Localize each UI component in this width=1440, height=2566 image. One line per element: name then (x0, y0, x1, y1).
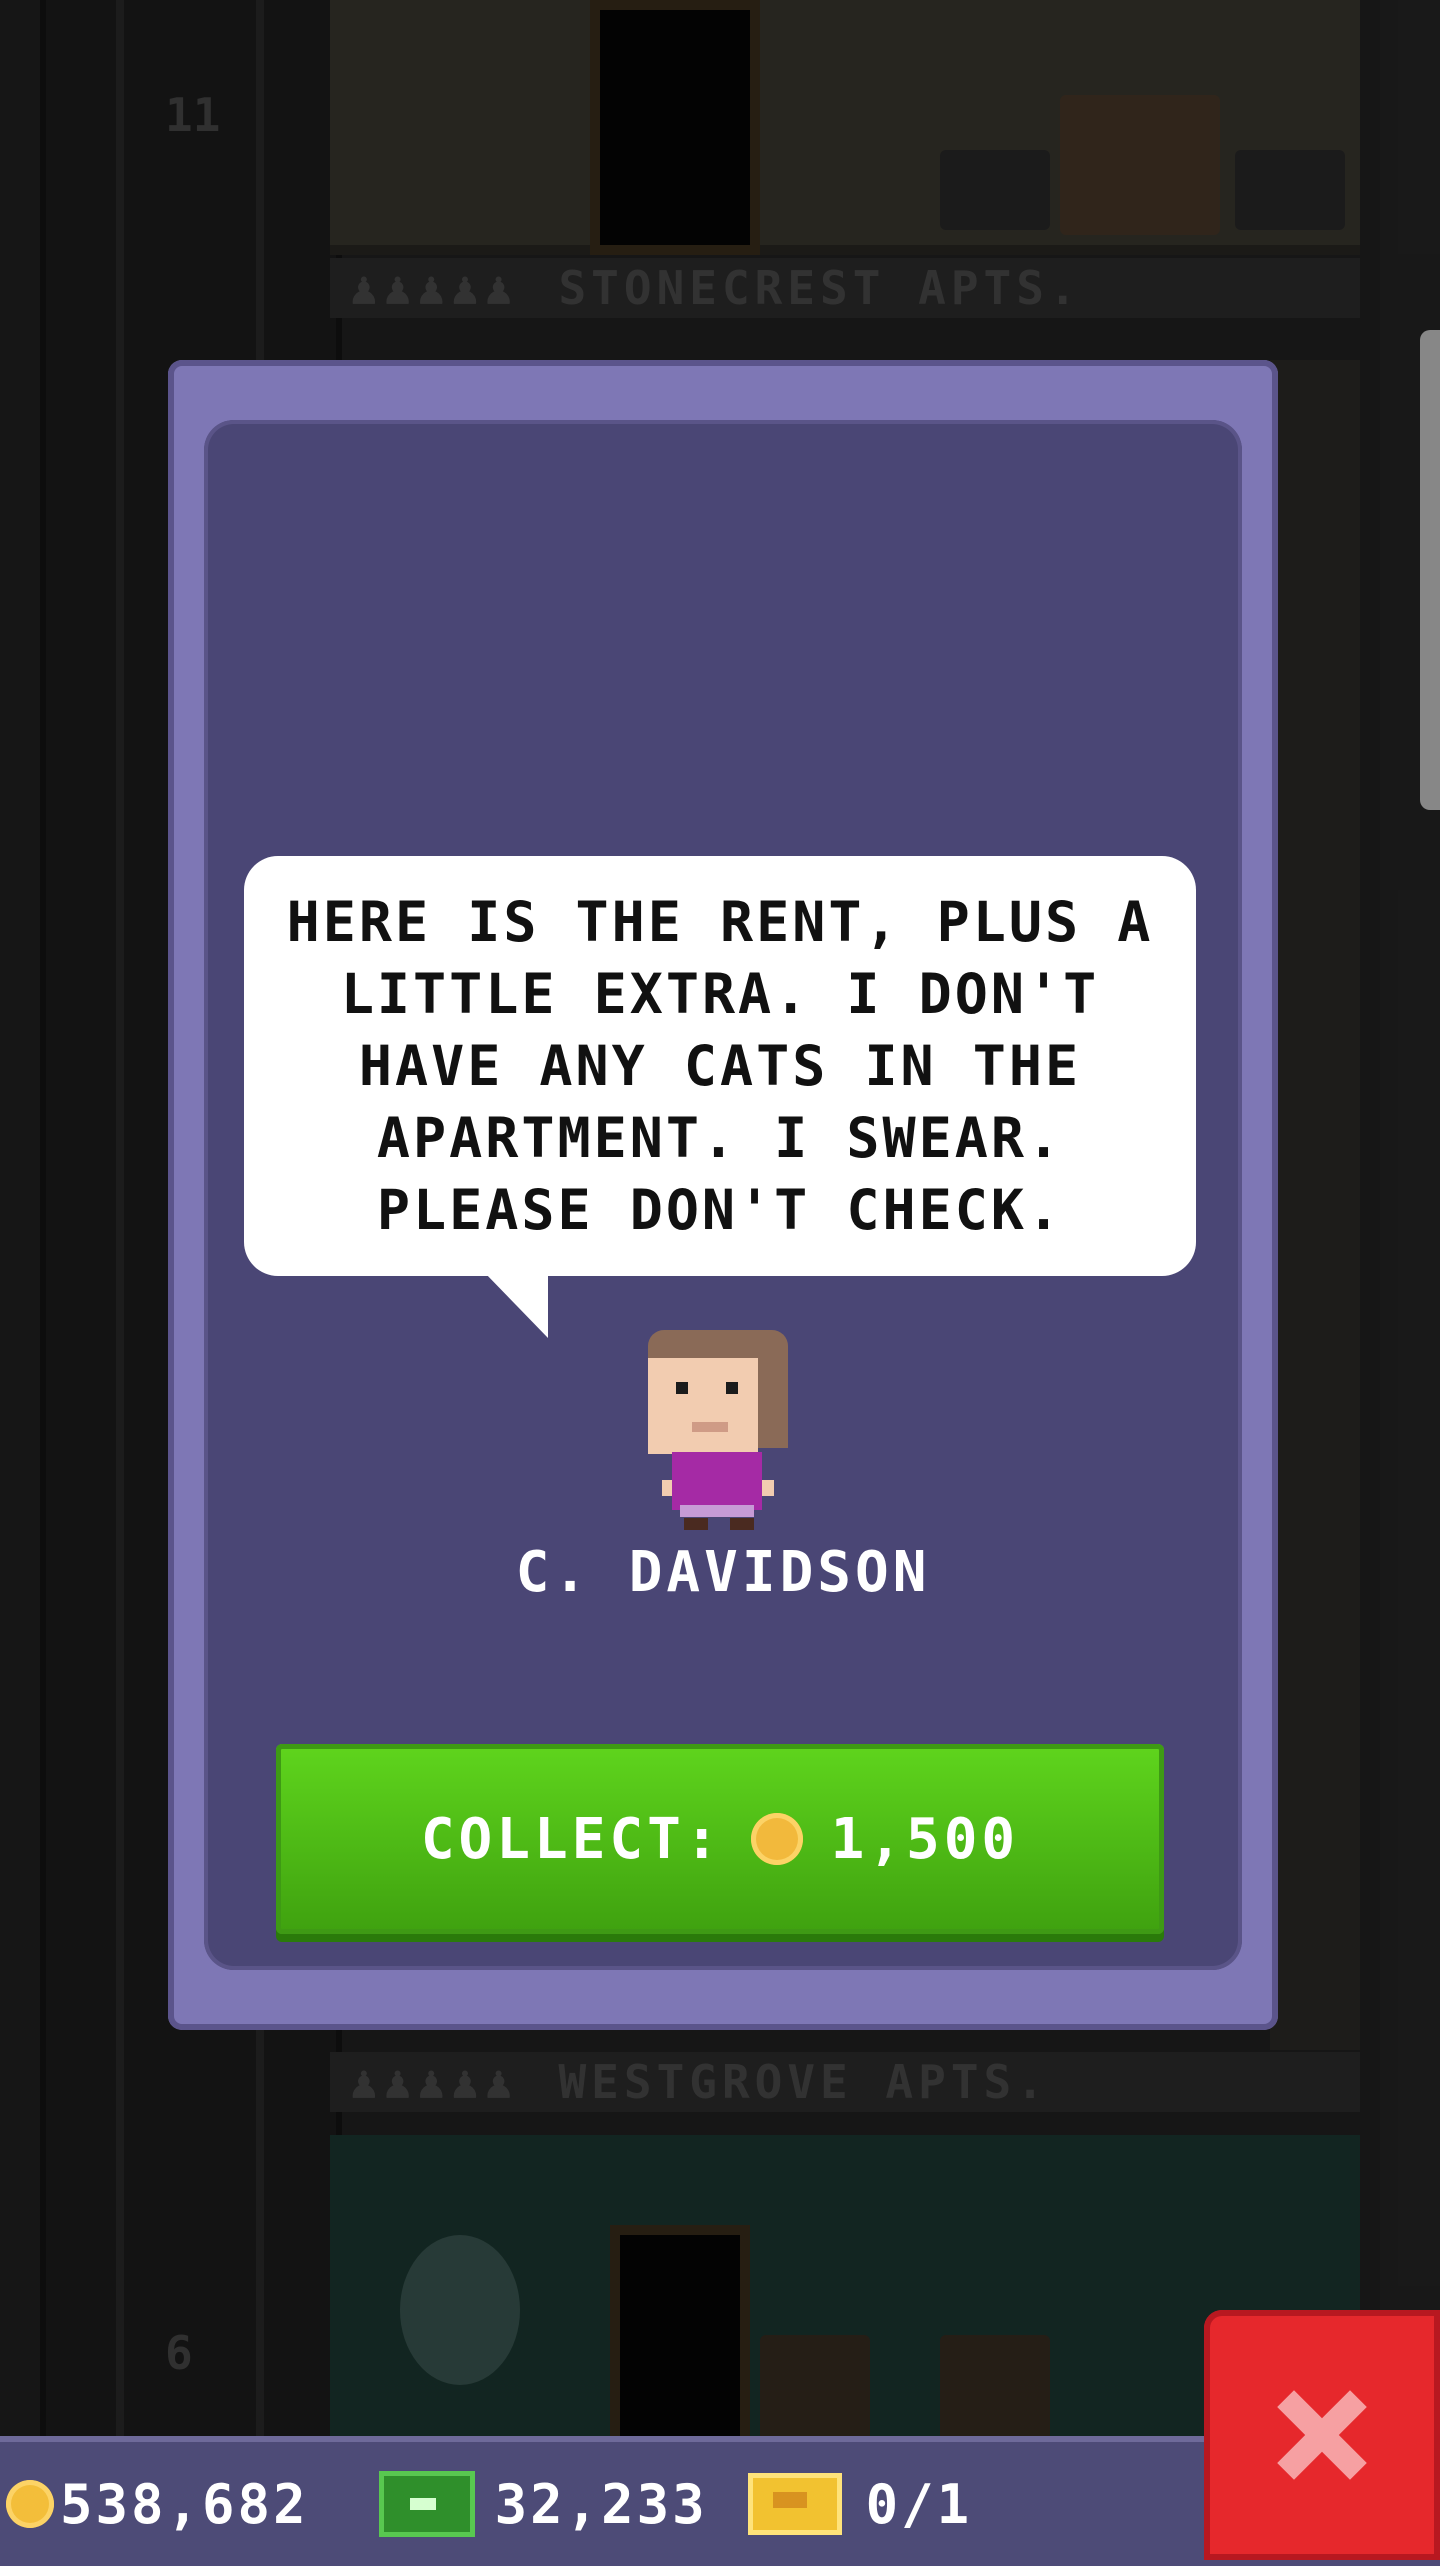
collect-button[interactable]: COLLECT: 1,500 (276, 1744, 1164, 1934)
tenant-name: C. DAVIDSON (515, 1540, 931, 1605)
tenant-mouth (692, 1422, 728, 1432)
bux-icon (378, 2471, 475, 2537)
tenant-arm (760, 1480, 774, 1496)
tickets-value: 0/1 (865, 2472, 973, 2536)
coins-value: 538,682 (60, 2472, 309, 2536)
bux-value: 32,233 (494, 2472, 708, 2536)
tickets-stat[interactable]: 0/1 (747, 2472, 973, 2536)
tenant-avatar (640, 1330, 800, 1530)
speech-text: HERE IS THE RENT, PLUS A LITTLE EXTRA. I… (286, 890, 1154, 1242)
close-button[interactable] (1204, 2310, 1440, 2560)
coin-icon (750, 1813, 803, 1865)
bux-stat[interactable]: 32,233 (349, 2471, 708, 2537)
tenant-eye (676, 1382, 688, 1394)
golden-ticket-icon (747, 2473, 842, 2535)
coins-stat[interactable]: 538,682 (0, 2473, 309, 2536)
close-icon (1277, 2390, 1367, 2480)
collect-label: COLLECT: (420, 1806, 723, 1872)
tenant-face (648, 1358, 758, 1454)
tenant-skirt (680, 1505, 754, 1517)
tenant-leg (684, 1518, 708, 1530)
tenant-body (672, 1452, 762, 1510)
speech-bubble: HERE IS THE RENT, PLUS A LITTLE EXTRA. I… (244, 856, 1196, 1276)
collect-amount: 1,500 (830, 1806, 1020, 1872)
tenant-leg (730, 1518, 754, 1530)
speech-bubble-tail (484, 1272, 548, 1338)
coin-icon (6, 2480, 54, 2528)
tenant-eye (726, 1382, 738, 1394)
